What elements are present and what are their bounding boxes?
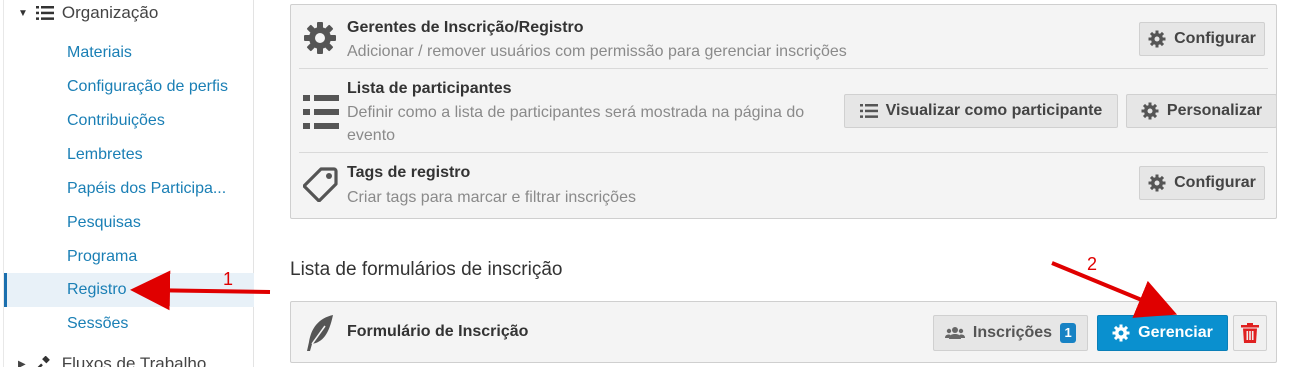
button-label: Personalizar — [1166, 102, 1263, 119]
sidebar-item-configuracao-perfis[interactable]: Configuração de perfis — [4, 70, 254, 104]
settings-row-description: Adicionar / remover usuários com permiss… — [347, 43, 847, 60]
gear-icon — [1148, 174, 1166, 192]
sidebar-item-label: Programa — [67, 248, 138, 265]
registration-settings-panel: Gerentes de Inscrição/Registro Adicionar… — [290, 4, 1277, 219]
sidebar-item-sessoes[interactable]: Sessões — [4, 307, 254, 341]
settings-row-title: Gerentes de Inscrição/Registro — [347, 19, 584, 36]
caret-right-icon: ▶ — [18, 358, 26, 367]
sidebar-item-contribuicoes[interactable]: Contribuições — [4, 104, 254, 138]
button-label: Configurar — [1174, 174, 1256, 191]
sidebar-item-label: Papéis dos Participa... — [67, 180, 227, 197]
sidebar-section-label: Fluxos de Trabalho — [61, 354, 207, 367]
gear-icon — [304, 22, 336, 54]
feather-icon — [307, 315, 333, 351]
sidebar-section-organizacao[interactable]: ▼ Organização — [18, 0, 158, 26]
settings-row-participant-list: Lista de participantes Definir como a li… — [291, 69, 1277, 151]
gear-icon — [1141, 102, 1159, 120]
sidebar-item-registro[interactable]: Registro — [4, 273, 254, 307]
annotation-marker-2: 2 — [1087, 254, 1098, 274]
settings-row-managers: Gerentes de Inscrição/Registro Adicionar… — [291, 5, 1276, 67]
manage-form-button[interactable]: Gerenciar — [1097, 315, 1228, 351]
list-icon — [35, 6, 54, 20]
caret-down-icon: ▼ — [18, 7, 28, 19]
sidebar-item-papeis-participantes[interactable]: Papéis dos Participa... — [4, 172, 254, 206]
sidebar-item-lembretes[interactable]: Lembretes — [4, 138, 254, 172]
gear-icon — [1148, 30, 1166, 48]
registrations-count-badge: 1 — [1060, 323, 1077, 343]
settings-row-description-cont: evento — [347, 127, 396, 144]
settings-row-tags: Tags de registro Criar tags para marcar … — [291, 153, 1276, 219]
sidebar-item-materiais[interactable]: Materiais — [4, 36, 254, 70]
sidebar: ▼ Organização Materiais Configuração de … — [0, 0, 254, 367]
form-row: Formulário de Inscrição Inscrições 1 Ger… — [290, 301, 1277, 363]
button-label: Visualizar como participante — [885, 102, 1103, 119]
view-as-participant-button[interactable]: Visualizar como participante — [844, 94, 1118, 128]
sidebar-section-label: Organização — [61, 3, 159, 22]
settings-row-title: Tags de registro — [347, 164, 471, 181]
delete-form-button[interactable] — [1233, 315, 1267, 351]
gavel-icon — [35, 356, 50, 367]
settings-row-description: Criar tags para marcar e filtrar inscriç… — [347, 189, 636, 206]
customize-button[interactable]: Personalizar — [1126, 94, 1277, 128]
trash-icon — [1241, 323, 1259, 343]
tag-icon — [303, 167, 338, 202]
forms-list-heading: Lista de formulários de inscrição — [290, 259, 563, 280]
sidebar-item-label: Contribuições — [67, 112, 165, 129]
form-title: Formulário de Inscrição — [347, 323, 529, 340]
list-icon — [303, 95, 339, 129]
settings-row-description: Definir como a lista de participantes se… — [347, 104, 805, 121]
sidebar-item-pesquisas[interactable]: Pesquisas — [4, 206, 254, 240]
button-label: Gerenciar — [1138, 324, 1213, 341]
button-label: Inscrições — [972, 324, 1053, 341]
sidebar-section-fluxos[interactable]: ▶ Fluxos de Trabalho — [18, 352, 206, 367]
settings-row-title: Lista de participantes — [347, 80, 512, 97]
sidebar-item-label: Sessões — [67, 315, 129, 332]
sidebar-item-programa[interactable]: Programa — [4, 240, 254, 274]
sidebar-item-label: Materiais — [67, 44, 132, 61]
sidebar-item-label: Lembretes — [67, 146, 143, 163]
sidebar-item-label: Pesquisas — [67, 214, 141, 231]
configure-managers-button[interactable]: Configurar — [1139, 22, 1265, 56]
list-icon — [859, 104, 878, 118]
sidebar-item-label: Configuração de perfis — [67, 78, 228, 95]
sidebar-item-label: Registro — [67, 281, 127, 298]
users-icon — [944, 327, 965, 339]
button-label: Configurar — [1174, 30, 1256, 47]
configure-tags-button[interactable]: Configurar — [1139, 166, 1265, 200]
gear-icon — [1112, 324, 1130, 342]
registrations-button[interactable]: Inscrições 1 — [933, 315, 1088, 351]
annotation-marker-1: 1 — [223, 269, 234, 289]
